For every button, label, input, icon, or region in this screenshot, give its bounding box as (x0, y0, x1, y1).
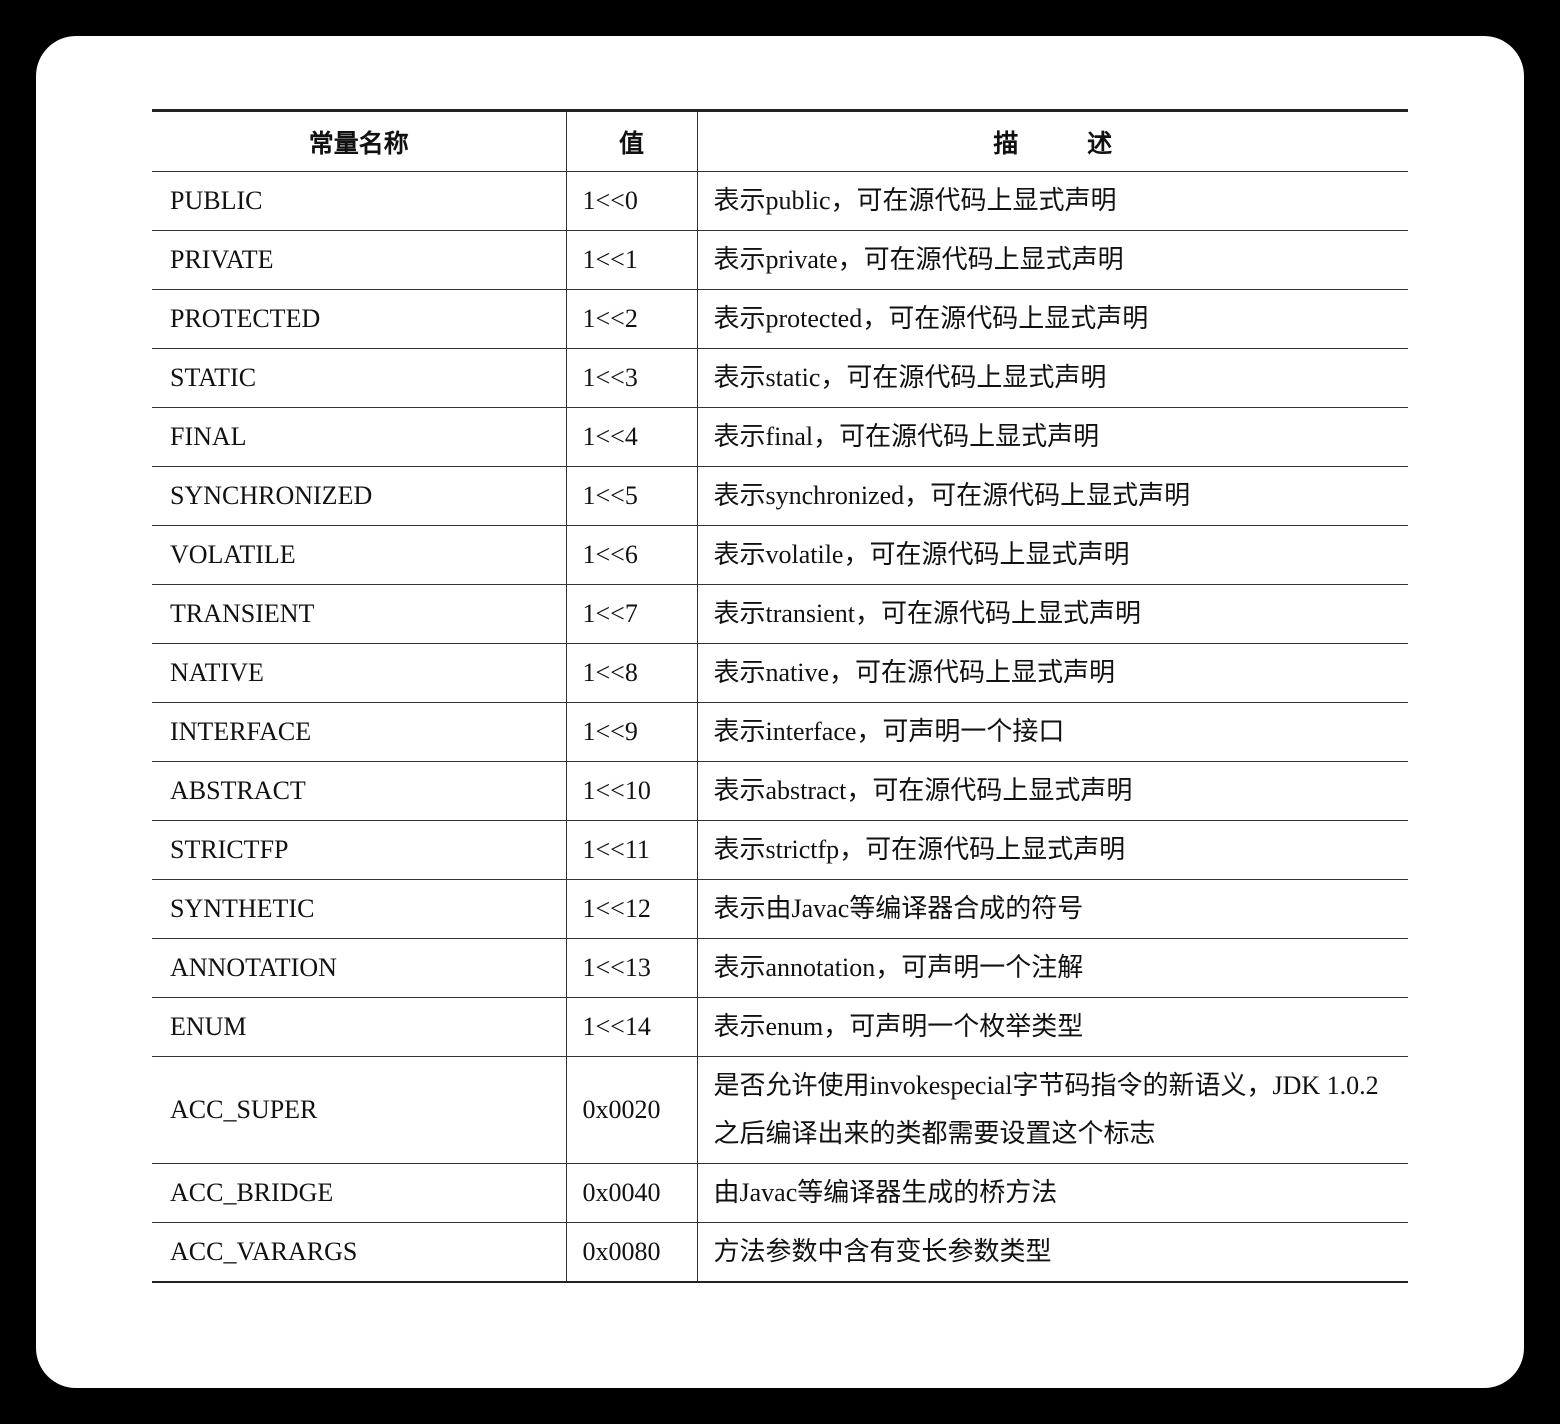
table-row: SYNTHETIC 1<<12 表示由Javac等编译器合成的符号 (152, 879, 1408, 939)
description-cell: 表示transient，可在源代码上显式声明 (696, 584, 1408, 644)
description-cell: 表示volatile，可在源代码上显式声明 (696, 525, 1408, 585)
table-row: ACC_VARARGS 0x0080 方法参数中含有变长参数类型 (152, 1222, 1408, 1283)
value-cell: 1<<0 (565, 171, 697, 231)
table-row: ENUM 1<<14 表示enum，可声明一个枚举类型 (152, 997, 1408, 1057)
value-cell: 0x0020 (565, 1056, 697, 1164)
value-cell: 1<<8 (565, 643, 697, 703)
constant-name-cell: ANNOTATION (152, 938, 566, 998)
table-row: STRICTFP 1<<11 表示strictfp，可在源代码上显式声明 (152, 820, 1408, 880)
flags-table: 常量名称 值 描 述 PUBLIC 1<<0 表示public，可在源代码上显式… (152, 109, 1408, 1283)
description-cell: 方法参数中含有变长参数类型 (696, 1222, 1408, 1283)
table-header: 常量名称 值 描 述 (152, 110, 1408, 172)
description-cell: 表示native，可在源代码上显式声明 (696, 643, 1408, 703)
value-cell: 1<<11 (565, 820, 697, 880)
value-cell: 1<<2 (565, 289, 697, 349)
table-row: TRANSIENT 1<<7 表示transient，可在源代码上显式声明 (152, 584, 1408, 644)
constant-name-cell: ACC_SUPER (152, 1056, 566, 1164)
table-row: ACC_SUPER 0x0020 是否允许使用invokespecial字节码指… (152, 1056, 1408, 1164)
description-cell: 表示final，可在源代码上显式声明 (696, 407, 1408, 467)
constant-name-cell: PROTECTED (152, 289, 566, 349)
header-value: 值 (565, 110, 697, 172)
table-row: PRIVATE 1<<1 表示private，可在源代码上显式声明 (152, 230, 1408, 290)
description-cell: 表示abstract，可在源代码上显式声明 (696, 761, 1408, 821)
value-cell: 1<<3 (565, 348, 697, 408)
constant-name-cell: SYNTHETIC (152, 879, 566, 939)
constant-name-cell: STATIC (152, 348, 566, 408)
value-cell: 1<<1 (565, 230, 697, 290)
constant-name-cell: FINAL (152, 407, 566, 467)
table-row: VOLATILE 1<<6 表示volatile，可在源代码上显式声明 (152, 525, 1408, 585)
description-cell: 表示synchronized，可在源代码上显式声明 (696, 466, 1408, 526)
description-cell: 表示private，可在源代码上显式声明 (696, 230, 1408, 290)
description-cell: 表示static，可在源代码上显式声明 (696, 348, 1408, 408)
table-row: NATIVE 1<<8 表示native，可在源代码上显式声明 (152, 643, 1408, 703)
table-row: PROTECTED 1<<2 表示protected，可在源代码上显式声明 (152, 289, 1408, 349)
constant-name-cell: STRICTFP (152, 820, 566, 880)
description-cell: 是否允许使用invokespecial字节码指令的新语义，JDK 1.0.2之后… (696, 1056, 1408, 1164)
table-row: INTERFACE 1<<9 表示interface，可声明一个接口 (152, 702, 1408, 762)
description-cell: 由Javac等编译器生成的桥方法 (696, 1163, 1408, 1223)
constant-name-cell: ABSTRACT (152, 761, 566, 821)
description-cell: 表示interface，可声明一个接口 (696, 702, 1408, 762)
table-row: ABSTRACT 1<<10 表示abstract，可在源代码上显式声明 (152, 761, 1408, 821)
table-row: ACC_BRIDGE 0x0040 由Javac等编译器生成的桥方法 (152, 1163, 1408, 1223)
constant-name-cell: NATIVE (152, 643, 566, 703)
value-cell: 1<<4 (565, 407, 697, 467)
value-cell: 1<<9 (565, 702, 697, 762)
constant-name-cell: VOLATILE (152, 525, 566, 585)
value-cell: 1<<14 (565, 997, 697, 1057)
constant-name-cell: SYNCHRONIZED (152, 466, 566, 526)
value-cell: 1<<7 (565, 584, 697, 644)
table-row: PUBLIC 1<<0 表示public，可在源代码上显式声明 (152, 171, 1408, 231)
description-cell: 表示annotation，可声明一个注解 (696, 938, 1408, 998)
constant-name-cell: TRANSIENT (152, 584, 566, 644)
value-cell: 0x0040 (565, 1163, 697, 1223)
table-row: SYNCHRONIZED 1<<5 表示synchronized，可在源代码上显… (152, 466, 1408, 526)
description-cell: 表示enum，可声明一个枚举类型 (696, 997, 1408, 1057)
description-cell: 表示public，可在源代码上显式声明 (696, 171, 1408, 231)
constant-name-cell: PRIVATE (152, 230, 566, 290)
value-cell: 1<<12 (565, 879, 697, 939)
header-constant-name: 常量名称 (152, 110, 566, 172)
description-cell: 表示protected，可在源代码上显式声明 (696, 289, 1408, 349)
value-cell: 1<<10 (565, 761, 697, 821)
table-row: FINAL 1<<4 表示final，可在源代码上显式声明 (152, 407, 1408, 467)
table-body: PUBLIC 1<<0 表示public，可在源代码上显式声明 PRIVATE … (152, 171, 1408, 1283)
table-row: STATIC 1<<3 表示static，可在源代码上显式声明 (152, 348, 1408, 408)
header-description: 描 述 (696, 110, 1408, 172)
description-cell: 表示strictfp，可在源代码上显式声明 (696, 820, 1408, 880)
header-row: 常量名称 值 描 述 (152, 110, 1408, 172)
description-cell: 表示由Javac等编译器合成的符号 (696, 879, 1408, 939)
constant-name-cell: ACC_BRIDGE (152, 1163, 566, 1223)
constant-name-cell: ENUM (152, 997, 566, 1057)
value-cell: 1<<6 (565, 525, 697, 585)
value-cell: 1<<13 (565, 938, 697, 998)
constant-name-cell: ACC_VARARGS (152, 1222, 566, 1283)
constant-name-cell: PUBLIC (152, 171, 566, 231)
value-cell: 0x0080 (565, 1222, 697, 1283)
table-row: ANNOTATION 1<<13 表示annotation，可声明一个注解 (152, 938, 1408, 998)
value-cell: 1<<5 (565, 466, 697, 526)
constant-name-cell: INTERFACE (152, 702, 566, 762)
